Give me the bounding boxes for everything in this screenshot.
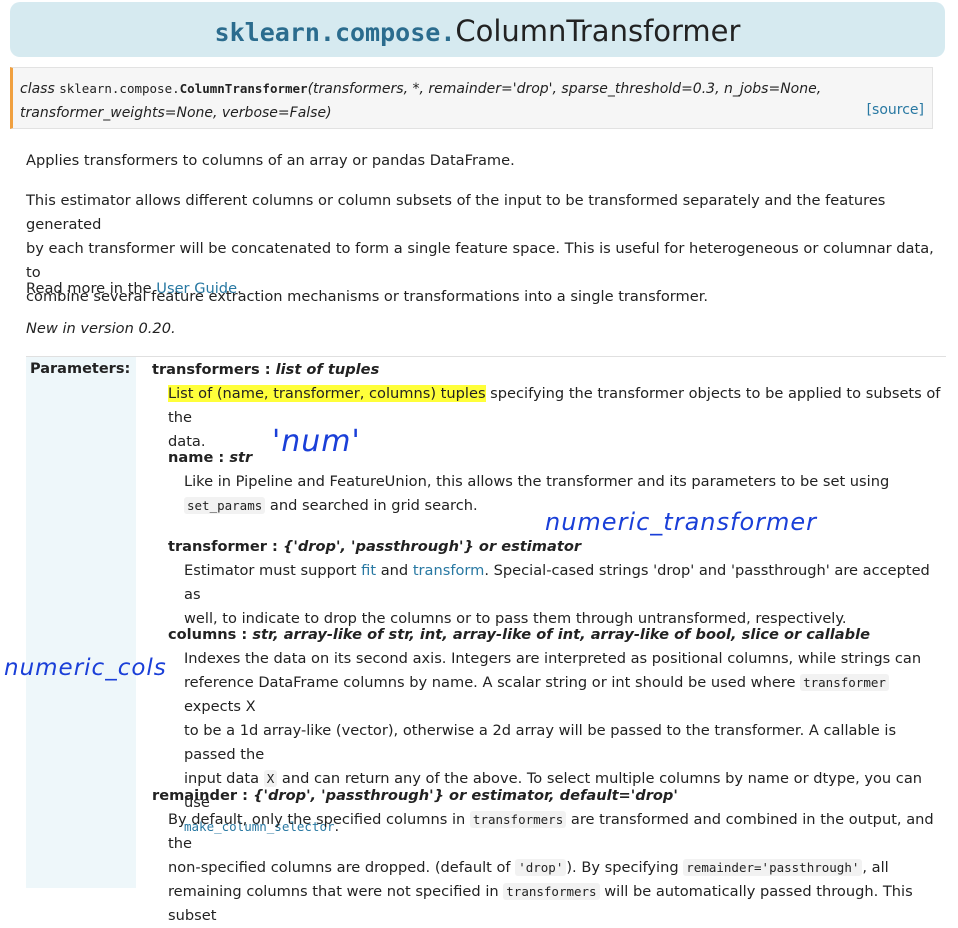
desc-text: and [376,562,413,579]
inline-code: remainder='passthrough' [683,859,863,876]
source-link[interactable]: [source] [867,98,924,122]
highlighted-text: List of (name, transformer, columns) tup… [168,385,486,402]
desc-text: non-specified columns are dropped. (defa… [168,859,516,876]
param-type: {'drop', 'passthrough'} or estimator [282,538,582,555]
page-title: sklearn.compose.ColumnTransformer [10,2,945,57]
param-name: transformer : [168,538,283,555]
param-type: list of tuples [275,361,380,378]
param-remainder-desc: By default, only the specified columns i… [168,808,948,928]
param-transformer-desc: Estimator must support fit and transform… [184,559,944,631]
inline-code: set_params [184,497,266,514]
desc-text: By default, only the specified columns i… [168,811,470,828]
param-transformer-header: transformer : {'drop', 'passthrough'} or… [168,535,581,559]
sig-prefix: sklearn.compose. [59,81,180,96]
inline-code: 'drop' [515,859,567,876]
param-name: transformers : [152,361,276,378]
desc-text: ). By specifying [566,859,684,876]
param-type: str [229,449,253,466]
param-type: {'drop', 'passthrough'} or estimator, de… [253,787,678,804]
fit-link[interactable]: fit [361,562,376,579]
param-name: name : [168,449,230,466]
param-name: columns : [168,626,253,643]
title-module: sklearn.compose. [214,18,456,47]
handwritten-num-annotation: 'num' [272,424,361,459]
param-columns-header: columns : str, array-like of str, int, a… [168,623,870,647]
param-type: str, array-like of str, int, array-like … [252,626,870,643]
param-transformers-header: transformers : list of tuples [152,358,379,382]
sig-args-1: (transformers, *, remainder='drop', spar… [307,81,822,97]
read-more: Read more in the User Guide. [26,277,941,301]
desc-text: remaining columns that were not specifie… [168,883,504,900]
sig-keyword: class [20,81,55,97]
params-label: Parameters: [30,361,131,377]
sig-args-2: transformer_weights=None, verbose=False) [20,105,332,121]
inline-code: transformers [469,811,567,828]
params-divider [26,356,946,357]
version-note: New in version 0.20. [26,320,176,337]
title-class-name: ColumnTransformer [455,14,741,48]
handwritten-numeric-cols-annotation: numeric_cols [4,655,167,681]
intro-desc-line: This estimator allows different columns … [26,192,886,233]
class-signature: class sklearn.compose.ColumnTransformer(… [10,67,933,129]
param-name-header: name : str [168,446,252,470]
sig-class: ColumnTransformer [179,81,308,96]
desc-text: reference DataFrame columns by name. A s… [184,674,801,691]
desc-text: and searched in grid search. [265,497,478,514]
desc-text: Estimator must support [184,562,362,579]
user-guide-link[interactable]: User Guide [156,280,237,297]
transform-link[interactable]: transform [413,562,485,579]
params-label-column [26,357,136,888]
inline-code: transformers [503,883,600,900]
desc-text: , all [862,859,889,876]
desc-text: Indexes the data on its second axis. Int… [184,650,922,667]
desc-text: expects X [184,698,256,715]
desc-text: Like in Pipeline and FeatureUnion, this … [184,473,890,490]
param-remainder-header: remainder : {'drop', 'passthrough'} or e… [152,784,678,808]
intro-summary: Applies transformers to columns of an ar… [26,152,515,169]
inline-code: transformer [800,674,889,691]
read-more-period: . [237,280,242,297]
desc-text: to be a 1d array-like (vector), otherwis… [184,722,897,763]
param-name: remainder : [152,787,254,804]
handwritten-numeric-transformer-annotation: numeric_transformer [545,508,818,536]
read-more-text: Read more in the [26,280,157,297]
